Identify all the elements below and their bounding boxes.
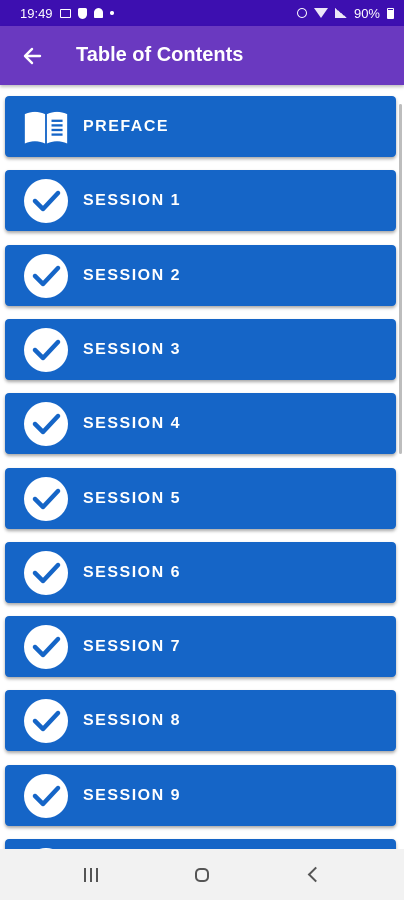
toc-item[interactable]: SESSION 9 xyxy=(5,764,396,826)
check-circle-icon xyxy=(23,698,69,744)
system-back-button[interactable] xyxy=(288,855,338,895)
status-bar-left: 19:49 xyxy=(20,6,114,21)
toc-item-label: SESSION 3 xyxy=(83,340,181,358)
check-circle-icon xyxy=(23,178,69,224)
toc-item[interactable]: SESSION 6 xyxy=(5,541,396,603)
shield-icon xyxy=(77,7,87,19)
app-bar: Table of Contents xyxy=(0,26,404,85)
status-bar: 19:49 90% xyxy=(0,0,404,26)
check-circle-icon xyxy=(23,327,69,373)
status-time: 19:49 xyxy=(20,5,53,21)
back-button[interactable] xyxy=(17,41,47,71)
check-circle-icon xyxy=(23,253,69,299)
toc-item[interactable] xyxy=(5,839,396,849)
toc-item[interactable]: SESSION 8 xyxy=(5,690,396,752)
wifi-icon xyxy=(313,8,328,18)
check-circle-icon xyxy=(23,401,69,447)
check-circle-icon xyxy=(23,624,69,670)
toc-item-label: SESSION 8 xyxy=(83,712,181,730)
toc-item-label: SESSION 5 xyxy=(83,489,181,507)
gallery-icon xyxy=(59,8,71,18)
recents-button[interactable] xyxy=(66,855,116,895)
check-circle-icon xyxy=(23,773,69,819)
arrow-left-icon xyxy=(23,47,42,64)
page-title: Table of Contents xyxy=(76,44,244,66)
toc-item-label: PREFACE xyxy=(83,118,170,135)
status-bar-right: 90% xyxy=(296,5,394,21)
chevron-left-icon xyxy=(307,866,324,883)
toc-item-label: SESSION 4 xyxy=(83,415,181,433)
toc-list[interactable]: PREFACE SESSION 1 SESSION 2 SESSION 3 SESSIO… xyxy=(0,85,404,849)
scrollbar[interactable] xyxy=(399,104,402,454)
check-circle-icon xyxy=(23,550,69,596)
toc-item[interactable]: SESSION 3 xyxy=(5,318,396,380)
alarm-icon xyxy=(296,8,307,18)
book-icon xyxy=(23,104,69,150)
toc-item[interactable]: SESSION 4 xyxy=(5,393,396,455)
home-button[interactable] xyxy=(177,855,227,895)
battery-icon xyxy=(387,7,394,19)
home-icon xyxy=(194,867,209,882)
toc-item[interactable]: SESSION 1 xyxy=(5,170,396,232)
toc-item-label: SESSION 1 xyxy=(83,192,181,210)
toc-item[interactable]: SESSION 5 xyxy=(5,467,396,529)
toc-item-label: SESSION 9 xyxy=(83,786,181,804)
navigation-bar xyxy=(0,849,404,900)
check-circle-icon xyxy=(23,476,69,522)
toc-item[interactable]: SESSION 2 xyxy=(5,244,396,306)
bell-icon xyxy=(93,8,103,18)
notification-dot-icon xyxy=(109,11,114,15)
toc-item-label: SESSION 6 xyxy=(83,563,181,581)
battery-percent: 90% xyxy=(353,5,380,21)
toc-item[interactable]: SESSION 7 xyxy=(5,616,396,678)
signal-icon xyxy=(334,8,347,18)
recents-icon xyxy=(83,867,98,882)
toc-item[interactable]: PREFACE xyxy=(5,96,396,157)
toc-item-label: SESSION 7 xyxy=(83,638,181,656)
toc-item-label: SESSION 2 xyxy=(83,266,181,284)
